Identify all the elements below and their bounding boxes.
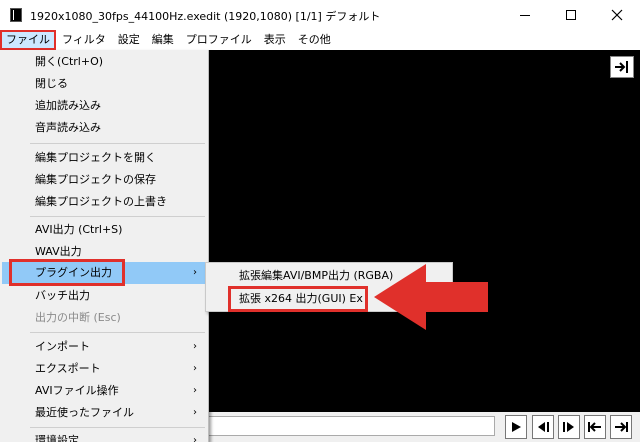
menu-separator <box>30 143 205 144</box>
menu-item-export-label: エクスポート <box>35 362 101 375</box>
menu-item-preferences[interactable]: 環境設定 › <box>2 430 207 442</box>
menu-item-import[interactable]: インポート › <box>2 336 207 358</box>
menu-separator <box>30 332 205 333</box>
menu-bar: ファイル フィルタ 設定 編集 プロファイル 表示 その他 <box>0 30 640 50</box>
menu-item-plugin-output[interactable]: プラグイン出力 › <box>2 262 207 284</box>
menu-item-avi-file-ops-label: AVIファイル操作 <box>35 384 119 397</box>
chevron-right-icon: › <box>193 267 197 278</box>
menu-item-batch-output[interactable]: バッチ出力 <box>2 285 207 307</box>
arrow-to-end-icon <box>615 61 628 73</box>
chevron-right-icon: › <box>193 407 197 418</box>
menu-separator <box>30 216 205 217</box>
menu-item-avi-file-ops[interactable]: AVIファイル操作 › <box>2 380 207 402</box>
menu-item-recent-files-label: 最近使ったファイル <box>35 406 134 419</box>
title-bar: 1920x1080_30fps_44100Hz.exedit (1920,108… <box>0 0 640 30</box>
menu-edit[interactable]: 編集 <box>146 30 180 50</box>
window-title: 1920x1080_30fps_44100Hz.exedit (1920,108… <box>30 10 381 23</box>
chevron-right-icon: › <box>193 363 197 374</box>
menu-item-save-project[interactable]: 編集プロジェクトの保存 <box>2 169 207 191</box>
menu-filter[interactable]: フィルタ <box>56 30 112 50</box>
menu-item-recent-files[interactable]: 最近使ったファイル › <box>2 402 207 424</box>
chevron-right-icon: › <box>193 385 197 396</box>
menu-item-abort-output: 出力の中断 (Esc) <box>35 311 121 324</box>
jump-end-icon <box>615 422 628 432</box>
menu-item-plugin-output-label: プラグイン出力 <box>35 266 112 279</box>
app-icon <box>10 8 22 22</box>
play-button[interactable] <box>505 415 527 439</box>
prev-frame-button[interactable] <box>532 415 554 439</box>
menu-item-preferences-label: 環境設定 <box>35 434 79 442</box>
menu-item-import-label: インポート <box>35 340 90 353</box>
menu-other[interactable]: その他 <box>292 30 337 50</box>
menu-item-export[interactable]: エクスポート › <box>2 358 207 380</box>
menu-settings[interactable]: 設定 <box>112 30 146 50</box>
seek-bar[interactable] <box>205 416 495 436</box>
menu-item-open[interactable]: 開く(Ctrl+O) <box>2 51 207 73</box>
menu-item-audio-load[interactable]: 音声読み込み <box>2 117 207 139</box>
menu-item-append-load[interactable]: 追加読み込み <box>2 95 207 117</box>
maximize-icon <box>566 10 576 20</box>
step-back-icon <box>538 422 549 432</box>
minimize-icon <box>520 14 530 16</box>
file-menu-dropdown: 開く(Ctrl+O) 閉じる 追加読み込み 音声読み込み 編集プロジェクトを開く… <box>0 50 209 442</box>
menu-profile[interactable]: プロファイル <box>180 30 258 50</box>
minimize-button[interactable] <box>502 0 548 30</box>
menu-view[interactable]: 表示 <box>258 30 292 50</box>
go-to-end-button[interactable] <box>610 415 632 439</box>
maximize-button[interactable] <box>548 0 594 30</box>
red-arrow-annotation <box>374 264 488 330</box>
menu-item-overwrite-project[interactable]: 編集プロジェクトの上書き <box>2 191 207 213</box>
close-button[interactable] <box>594 0 640 30</box>
menu-file[interactable]: ファイル <box>0 30 56 50</box>
menu-item-close[interactable]: 閉じる <box>2 73 207 95</box>
next-frame-button[interactable] <box>558 415 580 439</box>
play-icon <box>512 422 521 432</box>
chevron-right-icon: › <box>193 341 197 352</box>
jump-start-icon <box>588 422 601 432</box>
chevron-right-icon: › <box>193 435 197 442</box>
go-to-start-button[interactable] <box>584 415 606 439</box>
step-forward-icon <box>563 422 574 432</box>
menu-separator <box>30 427 205 428</box>
jump-to-end-button[interactable] <box>610 56 634 78</box>
menu-item-avi-output[interactable]: AVI出力 (Ctrl+S) <box>2 219 207 241</box>
menu-item-open-project[interactable]: 編集プロジェクトを開く <box>2 147 207 169</box>
close-icon <box>611 9 623 21</box>
menu-item-wav-output[interactable]: WAV出力 <box>2 241 207 263</box>
